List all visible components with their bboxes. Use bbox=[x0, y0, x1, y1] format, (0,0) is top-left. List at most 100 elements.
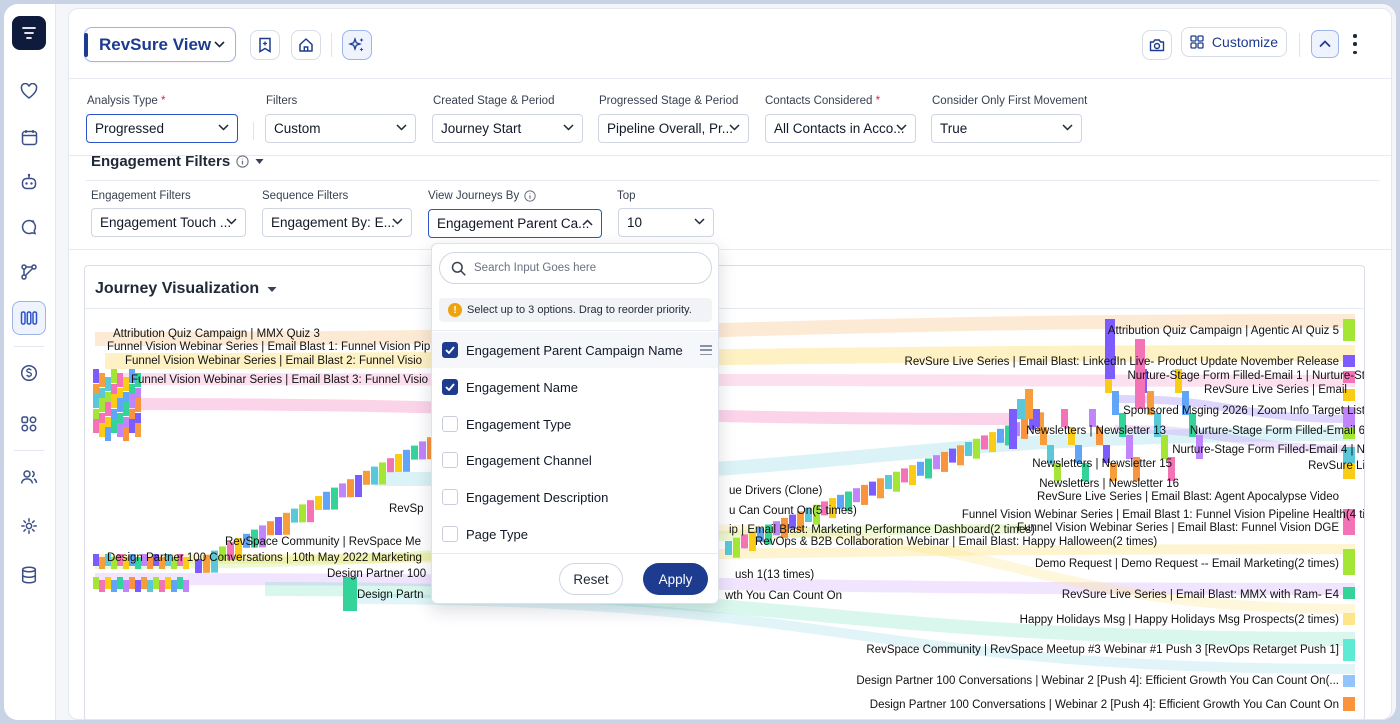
sankey-node[interactable] bbox=[171, 580, 177, 592]
sankey-node[interactable] bbox=[315, 496, 322, 510]
sankey-node[interactable] bbox=[981, 435, 988, 450]
sankey-node[interactable] bbox=[123, 402, 129, 416]
sankey-node[interactable] bbox=[1343, 355, 1355, 367]
filters-select[interactable]: Custom bbox=[265, 114, 416, 143]
journey-flow-icon[interactable] bbox=[12, 255, 46, 289]
sankey-node[interactable] bbox=[371, 466, 378, 485]
sankey-node[interactable] bbox=[99, 580, 105, 592]
sankey-node[interactable] bbox=[741, 534, 748, 549]
sankey-node[interactable] bbox=[291, 508, 298, 523]
sankey-node[interactable] bbox=[135, 423, 141, 437]
sankey-node[interactable] bbox=[411, 445, 418, 460]
filter-menu-icon[interactable] bbox=[12, 16, 46, 50]
sankey-node[interactable] bbox=[965, 442, 972, 456]
sankey-node[interactable] bbox=[1343, 587, 1355, 599]
sankey-node[interactable] bbox=[861, 484, 868, 505]
sankey-node[interactable] bbox=[153, 577, 159, 589]
sankey-node[interactable] bbox=[997, 428, 1004, 443]
first-movement-select[interactable]: True bbox=[931, 114, 1082, 143]
sankey-node[interactable] bbox=[93, 419, 99, 433]
sankey-node[interactable] bbox=[93, 369, 99, 383]
sankey-node[interactable] bbox=[725, 541, 732, 555]
sankey-node[interactable] bbox=[877, 478, 884, 499]
sankey-node[interactable] bbox=[1025, 389, 1033, 419]
sankey-node[interactable] bbox=[99, 398, 105, 412]
progressed-stage-select[interactable]: Pipeline Overall, Pr... bbox=[598, 114, 749, 143]
integrations-gear-icon[interactable] bbox=[12, 509, 46, 543]
sankey-node[interactable] bbox=[1343, 639, 1355, 661]
sankey-node[interactable] bbox=[343, 577, 357, 611]
favorites-heart-icon[interactable] bbox=[12, 74, 46, 108]
sankey-node[interactable] bbox=[117, 373, 123, 387]
sankey-node[interactable] bbox=[123, 427, 129, 441]
sankey-node[interactable] bbox=[135, 398, 141, 412]
sankey-node[interactable] bbox=[141, 577, 147, 589]
sankey-node[interactable] bbox=[183, 580, 189, 592]
option-page-type[interactable]: Page Type bbox=[432, 516, 718, 552]
sankey-node[interactable] bbox=[159, 580, 165, 592]
sankey-node[interactable] bbox=[1343, 549, 1355, 575]
sankey-node[interactable] bbox=[1009, 409, 1017, 449]
sankey-node[interactable] bbox=[355, 475, 362, 497]
apply-button[interactable]: Apply bbox=[643, 563, 708, 595]
database-icon[interactable] bbox=[12, 558, 46, 592]
customize-button[interactable]: Customize bbox=[1181, 27, 1287, 57]
engagement-filters-title[interactable]: Engagement Filters bbox=[91, 153, 264, 170]
checkbox-unchecked[interactable] bbox=[442, 416, 458, 432]
sankey-node[interactable] bbox=[1343, 697, 1355, 711]
sankey-node[interactable] bbox=[989, 432, 996, 453]
sankey-node[interactable] bbox=[105, 402, 111, 416]
sankey-node[interactable] bbox=[1126, 435, 1133, 459]
sankey-node[interactable] bbox=[93, 554, 99, 566]
sankey-node[interactable] bbox=[99, 373, 105, 387]
created-stage-select[interactable]: Journey Start bbox=[432, 114, 583, 143]
sankey-node[interactable] bbox=[177, 577, 183, 589]
sankey-node[interactable] bbox=[893, 471, 900, 492]
sankey-node[interactable] bbox=[1017, 399, 1025, 419]
sankey-node[interactable] bbox=[1343, 613, 1355, 625]
sankey-node[interactable] bbox=[917, 461, 924, 476]
sankey-node[interactable] bbox=[1112, 391, 1119, 415]
reset-button[interactable]: Reset bbox=[559, 563, 623, 595]
journey-sankey-chart[interactable]: Attribution Quiz Campaign | MMX Quiz 3Fu… bbox=[85, 309, 1365, 720]
sankey-node[interactable] bbox=[283, 512, 290, 535]
calendar-icon[interactable] bbox=[12, 120, 46, 154]
bookmark-button[interactable] bbox=[250, 30, 280, 60]
option-engagement-channel[interactable]: Engagement Channel bbox=[432, 442, 718, 478]
sankey-node[interactable] bbox=[93, 577, 99, 589]
checkbox-unchecked[interactable] bbox=[442, 526, 458, 542]
more-options-icon[interactable] bbox=[1349, 31, 1361, 57]
sankey-node[interactable] bbox=[147, 580, 153, 592]
sankey-node[interactable] bbox=[869, 481, 876, 496]
collapse-button[interactable] bbox=[1311, 30, 1339, 58]
option-engagement-parent-campaign-name[interactable]: Engagement Parent Campaign Name bbox=[432, 332, 718, 368]
sankey-node[interactable] bbox=[363, 470, 370, 485]
sankey-node[interactable] bbox=[1343, 319, 1355, 341]
sankey-node[interactable] bbox=[117, 423, 123, 437]
sankey-node[interactable] bbox=[1343, 675, 1355, 687]
engagement-filters-select[interactable]: Engagement Touch ... bbox=[91, 208, 246, 237]
sequence-filters-select[interactable]: Engagement By: E... bbox=[262, 208, 412, 237]
sankey-node[interactable] bbox=[885, 475, 892, 489]
sankey-node[interactable] bbox=[123, 377, 129, 391]
sankey-node[interactable] bbox=[111, 580, 117, 592]
journey-columns-icon[interactable] bbox=[12, 301, 46, 335]
sankey-node[interactable] bbox=[949, 448, 956, 463]
sankey-node[interactable] bbox=[901, 468, 908, 483]
sankey-node[interactable] bbox=[1161, 435, 1168, 459]
sankey-node[interactable] bbox=[129, 419, 135, 433]
screenshot-button[interactable] bbox=[1142, 30, 1172, 60]
sankey-node[interactable] bbox=[323, 491, 330, 510]
sankey-node[interactable] bbox=[933, 455, 940, 470]
checkbox-checked[interactable] bbox=[442, 379, 458, 395]
sankey-node[interactable] bbox=[339, 483, 346, 498]
ai-sparkle-button[interactable] bbox=[342, 30, 372, 60]
sankey-node[interactable] bbox=[105, 427, 111, 441]
checkbox-checked[interactable] bbox=[442, 342, 458, 358]
checkbox-unchecked[interactable] bbox=[442, 452, 458, 468]
robot-icon[interactable] bbox=[12, 165, 46, 199]
sankey-node[interactable] bbox=[973, 438, 980, 459]
sankey-node[interactable] bbox=[395, 454, 402, 472]
sankey-node[interactable] bbox=[111, 394, 117, 408]
sankey-node[interactable] bbox=[267, 521, 274, 536]
